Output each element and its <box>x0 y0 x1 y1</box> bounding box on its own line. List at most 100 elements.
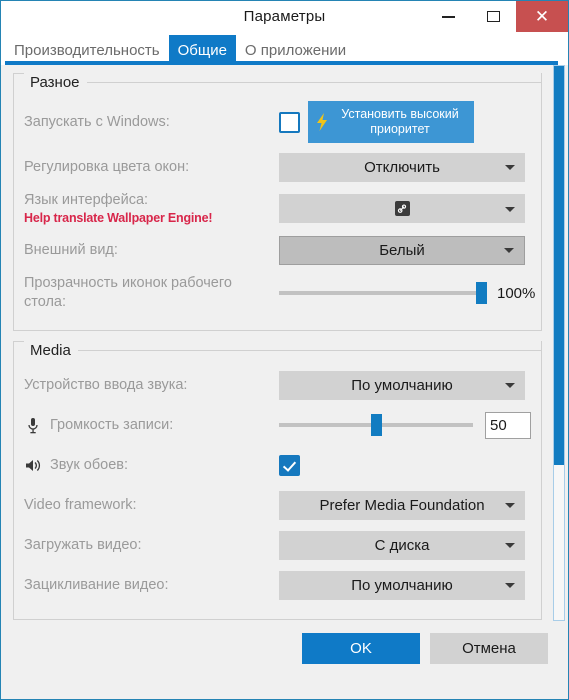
footer-buttons: OK Отмена <box>302 633 548 664</box>
row-audio-input-device: Устройство ввода звука: По умолчанию <box>24 369 531 401</box>
slider-thumb[interactable] <box>370 414 382 436</box>
row-video-framework: Video framework: Prefer Media Foundation <box>24 489 531 521</box>
desktop-icon-opacity-value: 100% <box>497 284 536 302</box>
ok-button[interactable]: OK <box>302 633 420 664</box>
recording-volume-spinbox[interactable]: 50 <box>485 411 531 439</box>
group-misc-title: Разное <box>30 73 80 91</box>
dialog-footer: OK Отмена <box>1 621 568 699</box>
row-start-with-windows: Запускать с Windows: Установить высокий … <box>24 101 531 143</box>
label-group-language: Язык интерфейса: Help translate Wallpape… <box>24 191 213 226</box>
combobox-video-framework-value: Prefer Media Foundation <box>319 496 485 514</box>
row-appearance: Внешний вид: Белый <box>24 234 531 266</box>
window-controls: ✕ <box>426 1 568 32</box>
group-media: Media Устройство ввода звука: По умолчан… <box>13 341 542 620</box>
label-audio-input-device: Устройство ввода звука: <box>24 376 188 393</box>
group-misc-header: Разное <box>14 73 541 91</box>
combobox-window-color[interactable]: Отключить <box>279 152 525 182</box>
control-col: По умолчанию <box>279 370 531 400</box>
slider-desktop-icon-opacity[interactable] <box>279 282 487 304</box>
label-video-framework: Video framework: <box>24 496 137 513</box>
minimize-icon <box>442 15 455 18</box>
chevron-down-icon <box>505 583 515 588</box>
combobox-audio-input-device-value: По умолчанию <box>351 376 453 394</box>
set-high-priority-button[interactable]: Установить высокий приоритет <box>308 101 474 143</box>
label-wallpaper-audio: Звук обоев: <box>50 456 128 473</box>
combobox-load-video[interactable]: С диска <box>279 530 525 560</box>
slider-recording-volume[interactable] <box>279 414 473 436</box>
steam-icon <box>394 201 410 216</box>
checkbox-start-with-windows[interactable] <box>279 111 300 133</box>
speaker-icon <box>24 456 42 474</box>
group-media-header: Media <box>14 341 541 359</box>
chevron-down-icon <box>505 503 515 508</box>
group-border-stub <box>14 341 24 342</box>
scroll-area: Разное Запускать с Windows: Установить в… <box>1 65 568 621</box>
window-title: Параметры <box>243 8 326 25</box>
slider-track <box>279 291 487 295</box>
chevron-down-icon <box>505 165 515 170</box>
checkbox-wallpaper-audio[interactable] <box>279 454 300 476</box>
group-media-title: Media <box>30 341 71 359</box>
settings-content: Разное Запускать с Windows: Установить в… <box>1 65 568 621</box>
minimize-button[interactable] <box>426 1 471 32</box>
label-col: Язык интерфейса: Help translate Wallpape… <box>24 191 279 226</box>
control-col <box>279 194 531 223</box>
row-video-loop: Зацикливание видео: По умолчанию <box>24 569 531 601</box>
maximize-icon <box>487 11 500 22</box>
help-translate-link[interactable]: Help translate Wallpaper Engine! <box>24 211 213 226</box>
label-load-video: Загружать видео: <box>24 536 142 553</box>
label-start-with-windows: Запускать с Windows: <box>24 113 170 130</box>
close-icon: ✕ <box>534 7 550 26</box>
row-load-video: Загружать видео: С диска <box>24 529 531 561</box>
group-border-line <box>86 81 541 83</box>
control-col <box>279 454 531 476</box>
label-col: Запускать с Windows: <box>24 113 279 132</box>
label-recording-volume: Громкость записи: <box>50 416 174 433</box>
control-col: По умолчанию <box>279 570 531 600</box>
group-misc: Разное Запускать с Windows: Установить в… <box>13 73 542 331</box>
combobox-load-video-value: С диска <box>374 536 430 554</box>
chevron-down-icon <box>505 543 515 548</box>
combobox-audio-input-device[interactable]: По умолчанию <box>279 370 525 400</box>
label-col: Загружать видео: <box>24 536 279 555</box>
row-recording-volume: Громкость записи: 50 <box>24 409 531 441</box>
row-desktop-icon-opacity: Прозрачность иконок рабочего стола: 100% <box>24 274 535 312</box>
chevron-down-icon <box>505 206 515 212</box>
slider-thumb[interactable] <box>476 282 487 304</box>
vertical-scrollbar[interactable] <box>553 65 565 621</box>
control-col: Prefer Media Foundation <box>279 490 531 520</box>
microphone-icon <box>24 416 42 434</box>
recording-volume-value: 50 <box>490 416 507 434</box>
control-col: 50 <box>279 411 531 439</box>
cancel-button[interactable]: Отмена <box>430 633 548 664</box>
row-window-color: Регулировка цвета окон: Отключить <box>24 151 531 183</box>
combobox-window-color-value: Отключить <box>364 158 440 176</box>
row-interface-language: Язык интерфейса: Help translate Wallpape… <box>24 191 531 226</box>
settings-window: Параметры ✕ Производительность Общие О п… <box>0 0 569 700</box>
tab-bar: Производительность Общие О приложении <box>1 32 568 65</box>
maximize-button[interactable] <box>471 1 516 32</box>
set-high-priority-label: Установить высокий приоритет <box>341 107 459 136</box>
label-col: Устройство ввода звука: <box>24 376 279 395</box>
group-border-line <box>77 349 541 351</box>
combobox-appearance[interactable]: Белый <box>279 235 525 265</box>
chevron-down-icon <box>504 248 514 253</box>
combobox-video-framework[interactable]: Prefer Media Foundation <box>279 490 525 520</box>
close-button[interactable]: ✕ <box>516 1 568 32</box>
control-col: Установить высокий приоритет <box>279 101 531 143</box>
scrollbar-thumb[interactable] <box>554 66 564 465</box>
label-appearance: Внешний вид: <box>24 241 118 258</box>
combobox-video-loop[interactable]: По умолчанию <box>279 570 525 600</box>
label-desktop-icon-opacity: Прозрачность иконок рабочего стола: <box>24 275 232 310</box>
label-window-color: Регулировка цвета окон: <box>24 158 190 175</box>
control-col: С диска <box>279 530 531 560</box>
control-col: Белый <box>279 235 531 265</box>
label-video-loop: Зацикливание видео: <box>24 576 169 593</box>
combobox-video-loop-value: По умолчанию <box>351 576 453 594</box>
label-col: Зацикливание видео: <box>24 576 279 595</box>
label-col: Прозрачность иконок рабочего стола: <box>24 274 279 312</box>
group-border-stub <box>14 73 24 74</box>
control-col: Отключить <box>279 152 531 182</box>
chevron-down-icon <box>505 383 515 388</box>
combobox-interface-language[interactable] <box>279 194 525 223</box>
